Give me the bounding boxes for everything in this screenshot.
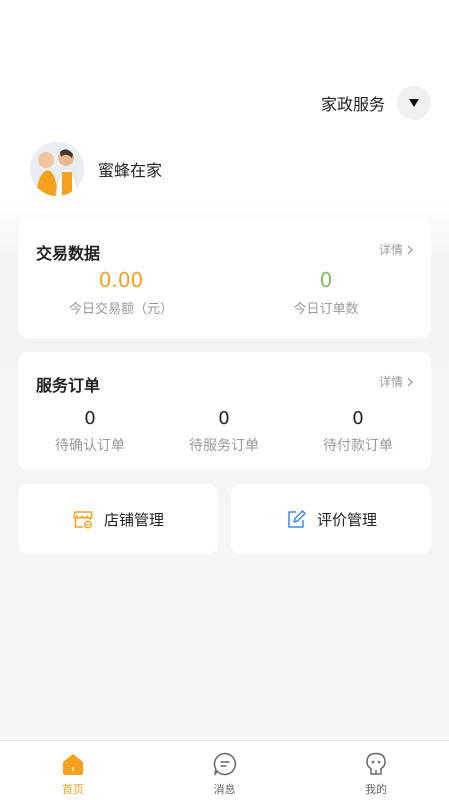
tab-home-label: 首页: [62, 783, 84, 796]
pending-service-label: 待服务订单: [189, 438, 259, 454]
today-orders-label: 今日订单数: [293, 302, 359, 317]
today-orders-value: 0: [319, 268, 333, 292]
today-amount-metric: 0.00 今日交易额（元）: [64, 268, 178, 317]
pending-confirm-label: 待确认订单: [55, 438, 125, 454]
pending-confirm-stat[interactable]: 0 待确认订单: [40, 408, 140, 455]
edit-review-icon: [288, 510, 306, 528]
store-info[interactable]: 蜜蜂在家: [30, 142, 162, 196]
store-avatar: [30, 142, 84, 196]
service-orders-card: 服务订单 详情 0 待确认订单 0 待服务订单 0 待付款订单: [18, 352, 431, 470]
tab-messages[interactable]: 消息: [202, 741, 248, 800]
review-management-button[interactable]: 评价管理: [231, 484, 431, 554]
trade-data-title: 交易数据: [36, 244, 101, 263]
trade-detail-link[interactable]: 详情: [379, 241, 413, 258]
service-type-label: 家政服务: [320, 95, 385, 114]
pending-payment-stat[interactable]: 0 待付款订单: [308, 408, 408, 455]
pending-payment-value: 0: [352, 408, 364, 429]
store-name: 蜜蜂在家: [98, 161, 163, 180]
pending-service-value: 0: [218, 408, 230, 429]
trade-detail-label: 详情: [378, 243, 403, 257]
message-icon: [213, 752, 236, 776]
service-selector[interactable]: 家政服务: [321, 86, 431, 120]
store-management-button[interactable]: 店铺管理: [18, 484, 218, 554]
chevron-right-icon: [407, 377, 413, 386]
service-orders-title: 服务订单: [36, 376, 101, 395]
review-management-label: 评价管理: [316, 510, 377, 529]
today-amount-label: 今日交易额（元）: [68, 302, 173, 317]
trade-data-card: 交易数据 详情 0.00 今日交易额（元） 0 今日订单数: [18, 220, 431, 338]
pending-confirm-value: 0: [84, 408, 96, 429]
tab-messages-label: 消息: [213, 783, 236, 796]
home-icon: [63, 754, 83, 775]
today-orders-metric: 0 今日订单数: [274, 268, 378, 317]
today-amount-value: 0.00: [98, 268, 144, 292]
profile-icon: [366, 752, 386, 775]
bottom-tab-bar: 首页 消息 我的: [0, 740, 449, 800]
pending-service-stat[interactable]: 0 待服务订单: [174, 408, 274, 455]
tab-profile-label: 我的: [365, 783, 387, 796]
service-orders-detail-label: 详情: [378, 375, 403, 389]
pending-payment-label: 待付款订单: [323, 438, 393, 454]
caret-down-icon: [409, 99, 419, 107]
service-orders-detail-link[interactable]: 详情: [379, 373, 413, 390]
tab-profile[interactable]: 我的: [353, 741, 399, 800]
tab-home[interactable]: 首页: [50, 741, 96, 800]
store-management-label: 店铺管理: [103, 510, 164, 529]
chevron-right-icon: [407, 245, 413, 254]
dropdown-button[interactable]: [397, 86, 431, 120]
store-settings-icon: [73, 511, 93, 529]
